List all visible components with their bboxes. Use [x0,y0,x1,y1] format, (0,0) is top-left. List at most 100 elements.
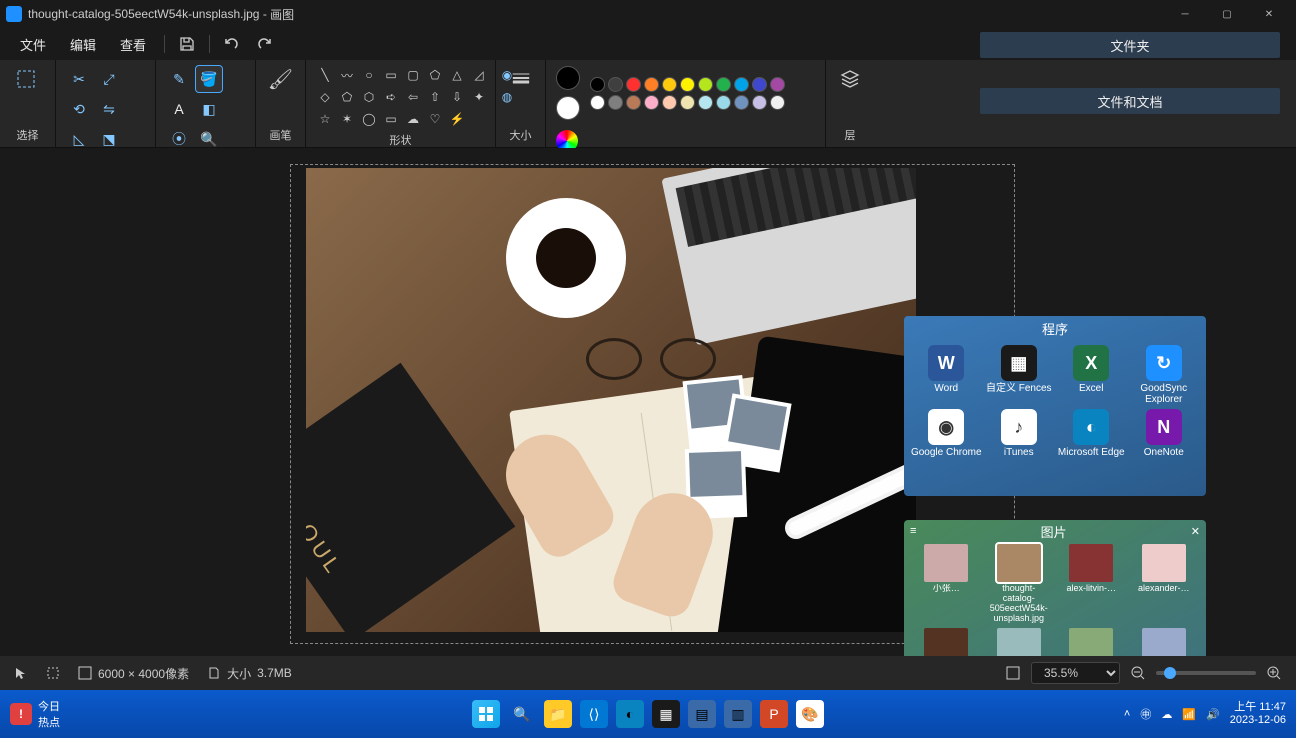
tray-onedrive-icon[interactable]: ☁ [1161,708,1172,721]
program-item[interactable]: XExcel [1055,343,1128,407]
shape-diamond[interactable]: ◇ [316,88,334,106]
folder-button[interactable]: 文件夹 [980,32,1280,58]
shape-heart[interactable]: ♡ [426,110,444,128]
shape-callout-rect[interactable]: ▭ [382,110,400,128]
color-swatch[interactable] [608,95,623,110]
shape-arrow-u[interactable]: ⇧ [426,88,444,106]
shape-lightning[interactable]: ⚡ [448,110,466,128]
shape-triangle[interactable]: △ [448,66,466,84]
flip-tool[interactable]: ⇋ [96,96,122,122]
program-item[interactable]: ♪iTunes [983,407,1056,460]
program-item[interactable]: NOneNote [1128,407,1201,460]
menu-edit[interactable]: 编辑 [60,31,106,58]
paint-icon[interactable]: 🎨 [796,700,824,728]
save-icon[interactable] [173,30,201,58]
app2-icon[interactable]: ▥ [724,700,752,728]
shape-oval[interactable]: ○ [360,66,378,84]
shape-polygon[interactable]: ⬠ [426,66,444,84]
image-item[interactable]: alexander-… [1130,544,1199,624]
resize-tool[interactable]: ⤢ [96,66,122,92]
zoom-select[interactable]: 35.5% [1031,662,1120,684]
zoom-slider[interactable] [1156,671,1256,675]
program-item[interactable]: ▦自定义 Fences [983,343,1056,407]
color-swatch[interactable] [662,77,677,92]
shape-callout-round[interactable]: ◯ [360,110,378,128]
shape-star5[interactable]: ☆ [316,110,334,128]
start-icon[interactable] [472,700,500,728]
color-swatch[interactable] [626,95,641,110]
shape-rtriangle[interactable]: ◿ [470,66,488,84]
menu-file[interactable]: 文件 [10,31,56,58]
shape-hexagon[interactable]: ⬡ [360,88,378,106]
color-swatch[interactable] [734,95,749,110]
image-item[interactable]: thought-catalog-505eectW54k-unsplash.jpg [985,544,1054,624]
maximize-button[interactable]: ▢ [1206,0,1248,28]
text-tool[interactable]: A [166,96,192,122]
tray-lang-icon[interactable]: ㊥ [1140,706,1151,722]
program-item[interactable]: WWord [910,343,983,407]
redo-icon[interactable] [250,30,278,58]
fences-icon[interactable]: ▦ [652,700,680,728]
canvas-area[interactable]: SOUL 程序 WWord▦自定义 FencesXExcel↻GoodSync … [10,148,1286,690]
color-swatch[interactable] [680,77,695,92]
fill-tool[interactable]: 🪣 [196,66,222,92]
search-icon[interactable]: 🔍 [508,700,536,728]
taskbar-weather[interactable]: 今日 热点 [0,698,70,730]
program-item[interactable]: ◉Google Chrome [910,407,983,460]
brush-tool[interactable]: 🖌 [266,66,295,92]
select-tool[interactable] [10,66,42,92]
color-swatch[interactable] [644,95,659,110]
crop-tool[interactable]: ✂ [66,66,92,92]
program-item[interactable]: ◐Microsoft Edge [1055,407,1128,460]
color-swatch[interactable] [716,77,731,92]
color-swatch[interactable] [716,95,731,110]
color-swatch[interactable] [752,95,767,110]
color-swatch[interactable] [590,77,605,92]
color-swatch[interactable] [608,77,623,92]
shape-line[interactable]: ╲ [316,66,334,84]
color-swatch[interactable] [770,95,785,110]
tray-volume-icon[interactable]: 🔊 [1206,708,1220,721]
shape-arrow-d[interactable]: ⇩ [448,88,466,106]
explorer-icon[interactable]: 📁 [544,700,572,728]
vscode-icon[interactable]: ⟨⟩ [580,700,608,728]
color-swatch[interactable] [698,95,713,110]
rotate-tool[interactable]: ⟲ [66,96,92,122]
layers-tool[interactable] [836,66,864,92]
shape-star6[interactable]: ✶ [338,110,356,128]
files-button[interactable]: 文件和文档 [980,88,1280,114]
shape-roundrect[interactable]: ▢ [404,66,422,84]
size-tool[interactable] [506,66,535,92]
tray-chevron-icon[interactable]: ˄ [1124,708,1130,720]
shape-arrow-l[interactable]: ⇦ [404,88,422,106]
shape-rect[interactable]: ▭ [382,66,400,84]
powerpoint-icon[interactable]: P [760,700,788,728]
eraser-tool[interactable]: ◧ [196,96,222,122]
taskbar[interactable]: 今日 热点 🔍 📁 ⟨⟩ ◐ ▦ ▤ ▥ P 🎨 ˄ ㊥ ☁ 📶 🔊 上午 11… [0,690,1296,738]
shape-callout-cloud[interactable]: ☁ [404,110,422,128]
color-swatch[interactable] [770,77,785,92]
shape-arrow-r[interactable]: ➪ [382,88,400,106]
color-swatch[interactable] [644,77,659,92]
pencil-tool[interactable]: ✎ [166,66,192,92]
color-swatch[interactable] [734,77,749,92]
color-swatch[interactable] [752,77,767,92]
menu-view[interactable]: 查看 [110,31,156,58]
undo-icon[interactable] [218,30,246,58]
close-button[interactable]: ✕ [1248,0,1290,28]
image-item[interactable]: alex-litvin-… [1057,544,1126,624]
color2-swatch[interactable] [556,96,580,120]
close-icon[interactable]: ✕ [1191,525,1200,538]
shape-curve[interactable]: 〰 [338,66,356,84]
color1-swatch[interactable] [556,66,580,90]
shape-star4[interactable]: ✦ [470,88,488,106]
color-swatch[interactable] [590,95,605,110]
color-swatch[interactable] [662,95,677,110]
color-swatch[interactable] [680,95,695,110]
taskbar-clock[interactable]: 上午 11:47 2023-12-06 [1230,701,1286,727]
program-item[interactable]: ↻GoodSync Explorer [1128,343,1201,407]
zoom-out-icon[interactable] [1130,665,1146,681]
app1-icon[interactable]: ▤ [688,700,716,728]
edge-icon[interactable]: ◐ [616,700,644,728]
color-swatch[interactable] [698,77,713,92]
